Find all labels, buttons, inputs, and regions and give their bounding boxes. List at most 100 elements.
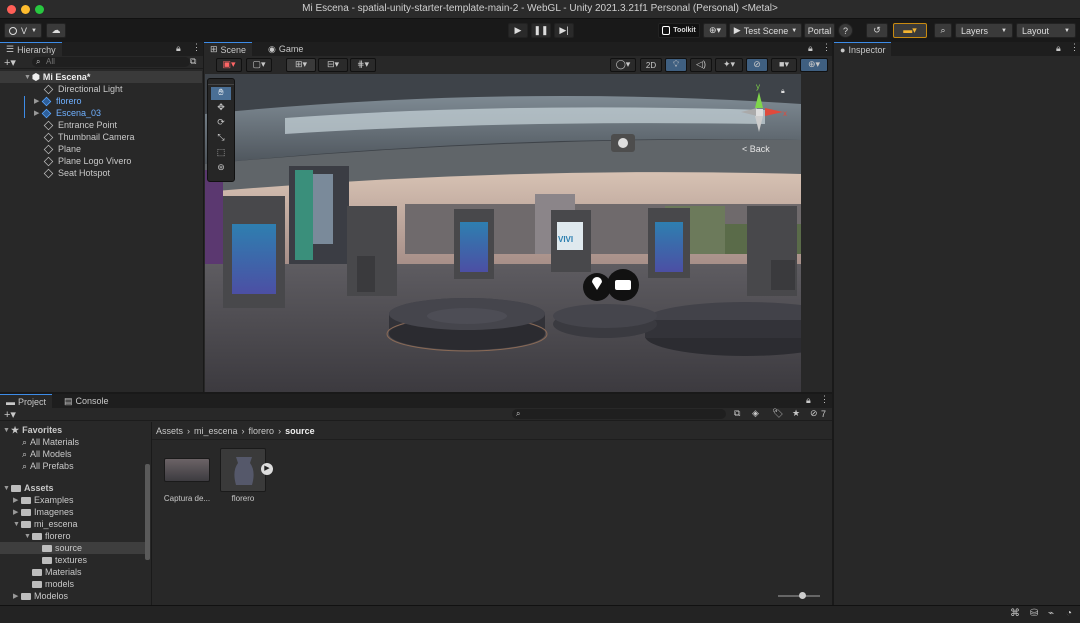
star-icon[interactable]: ★ — [792, 408, 800, 419]
render-mode-button[interactable]: ▢▾ — [246, 58, 272, 72]
increment-snap-button[interactable]: ⋕▾ — [350, 58, 376, 72]
asset-florero[interactable]: florero — [220, 448, 266, 504]
tab-inspector[interactable]: ● Inspector — [834, 42, 892, 56]
undo-history-button[interactable]: ↺ — [866, 23, 888, 38]
camera-settings-button[interactable]: ■▾ — [771, 58, 797, 72]
breadcrumb-florero[interactable]: florero — [249, 426, 275, 436]
project-search-input[interactable]: ⌕ — [512, 409, 726, 419]
folder-examples[interactable]: ▶ Examples — [0, 494, 148, 506]
palette-grip[interactable] — [208, 79, 234, 85]
expand-arrow-icon[interactable]: ▼ — [24, 74, 32, 81]
step-button[interactable]: ▶| — [554, 23, 574, 38]
help-button[interactable]: ? — [838, 23, 853, 38]
assets-header[interactable]: ▼ Assets — [0, 482, 148, 494]
favorite-all-models[interactable]: ⌕ All Models — [0, 448, 148, 460]
expand-arrow-icon[interactable]: ▶ — [13, 496, 21, 504]
favorite-all-materials[interactable]: ⌕ All Materials — [0, 436, 148, 448]
lighting-toggle[interactable]: 💡︎ — [665, 58, 687, 72]
folder-models[interactable]: models — [0, 578, 148, 590]
orientation-button[interactable]: ◯▾ — [610, 58, 636, 72]
toolkit-button[interactable]: Toolkit — [658, 23, 700, 38]
draw-mode-button[interactable]: ▣▾ — [216, 58, 242, 72]
lock-icon[interactable]: 🔒︎ — [806, 395, 811, 406]
move-tool-button[interactable]: ✥ — [211, 102, 231, 115]
orientation-gizmo[interactable]: y x 🔒︎ < Back — [735, 82, 795, 154]
scene-row[interactable]: ▼ ⬢ Mi Escena* — [0, 71, 202, 83]
hierarchy-item-plane-logo-vivero[interactable]: Plane Logo Vivero — [0, 155, 202, 167]
folder-mi-escena[interactable]: ▼ mi_escena — [0, 518, 148, 530]
cache-icon[interactable]: ⛁ — [1030, 608, 1038, 619]
toggle-2d-button[interactable]: 2D — [640, 58, 662, 72]
favorite-all-prefabs[interactable]: ⌕ All Prefabs — [0, 460, 148, 472]
progress-icon[interactable]: ◔ — [1066, 608, 1072, 619]
lock-icon[interactable]: 🔒︎ — [781, 88, 785, 96]
favorites-header[interactable]: ▼ ★ Favorites — [0, 424, 148, 436]
hand-tool-button[interactable]: ✋︎ — [211, 87, 231, 100]
add-icon[interactable]: +▾ — [4, 408, 16, 421]
more-options-icon[interactable]: ⋮ — [192, 42, 201, 53]
tab-console[interactable]: ▤ Console — [58, 394, 115, 408]
add-icon[interactable]: +▾ — [4, 56, 16, 69]
hierarchy-item-florero[interactable]: ▶ florero — [0, 95, 202, 107]
tab-hierarchy[interactable]: ☰ Hierarchy — [0, 42, 62, 56]
folder-textures[interactable]: textures — [0, 554, 148, 566]
hierarchy-item-seat-hotspot[interactable]: Seat Hotspot — [0, 167, 202, 179]
rect-tool-button[interactable]: ⬚ — [211, 147, 231, 160]
hierarchy-item-plane[interactable]: Plane — [0, 143, 202, 155]
layout-dropdown[interactable]: Layout ▼ — [1016, 23, 1076, 38]
hierarchy-search-input[interactable]: ⌕ All — [32, 57, 190, 67]
more-options-icon[interactable]: ⋮ — [822, 42, 831, 53]
snap-settings-button[interactable]: ⊟▾ — [318, 58, 348, 72]
cloud-button[interactable]: ☁ — [46, 23, 66, 38]
folder-source[interactable]: source — [0, 542, 148, 554]
zoom-slider-handle[interactable] — [799, 592, 806, 599]
scene-visibility-toggle[interactable]: ⊘ — [746, 58, 768, 72]
layers-dropdown[interactable]: Layers ▼ — [955, 23, 1013, 38]
project-splitter[interactable] — [151, 422, 152, 605]
tab-scene[interactable]: ⊞ Scene — [204, 42, 253, 56]
network-icon[interactable]: ⌁ — [1048, 608, 1054, 619]
expand-arrow-icon[interactable]: ▶ — [13, 592, 21, 600]
scene-viewport[interactable]: VIVI ✋︎ ✥ ⟳ ⤡ ⬚ ⊛ y x 🔒︎ < Back — [205, 74, 801, 392]
lock-icon[interactable]: 🔒︎ — [808, 43, 813, 54]
more-options-icon[interactable]: ⋮ — [1070, 42, 1079, 53]
test-scene-button[interactable]: ▶ Test Scene ▼ — [729, 23, 802, 38]
expand-arrow-icon[interactable]: ▼ — [3, 427, 11, 434]
bug-icon[interactable]: ⌘ — [1010, 608, 1020, 619]
lock-icon[interactable]: 🔒︎ — [176, 43, 181, 54]
back-label[interactable]: < Back — [742, 144, 770, 154]
breadcrumb-mi-escena[interactable]: mi_escena — [194, 426, 238, 436]
search-button[interactable]: ⌕ — [934, 23, 952, 38]
account-button[interactable]: V ▼ — [4, 23, 42, 38]
globe-dropdown-button[interactable]: ⊕▾ — [703, 23, 727, 38]
expand-arrow-icon[interactable]: ▼ — [13, 521, 21, 528]
transform-tool-button[interactable]: ⊛ — [211, 162, 231, 175]
more-options-icon[interactable]: ⋮ — [820, 394, 829, 405]
hidden-count-icon[interactable]: ⊘ — [810, 408, 818, 419]
filter-type-icon[interactable]: ◈ — [752, 408, 759, 419]
portal-button[interactable]: Portal — [804, 23, 835, 38]
play-button[interactable]: ▶ — [508, 23, 528, 38]
search-filter-icon[interactable]: ⧉ — [734, 408, 740, 419]
pause-button[interactable]: ❚❚ — [531, 23, 551, 38]
lock-icon[interactable]: 🔒︎ — [1056, 43, 1061, 54]
tab-game[interactable]: ◉ Game — [262, 42, 309, 56]
folder-materials[interactable]: Materials — [0, 566, 148, 578]
tree-scrollbar[interactable] — [145, 464, 150, 560]
hierarchy-item-entrance-point[interactable]: Entrance Point — [0, 119, 202, 131]
folder-modelos[interactable]: ▶ Modelos — [0, 590, 148, 600]
tab-project[interactable]: ▬ Project — [0, 394, 53, 408]
hierarchy-item-escena03[interactable]: ▶ Escena_03 — [0, 107, 202, 119]
breadcrumb-source[interactable]: source — [285, 426, 315, 436]
expand-arrow-icon[interactable]: ▼ — [24, 533, 32, 540]
grid-snap-button[interactable]: ⊞▾ — [286, 58, 316, 72]
scene-picker-icon[interactable]: ⧉ — [190, 56, 196, 67]
scale-tool-button[interactable]: ⤡ — [211, 132, 231, 145]
folder-imagenes[interactable]: ▶ Imagenes — [0, 506, 148, 518]
expand-arrow-icon[interactable]: ▼ — [3, 485, 11, 492]
breadcrumb-assets[interactable]: Assets — [156, 426, 183, 436]
folder-florero[interactable]: ▼ florero — [0, 530, 148, 542]
label-icon[interactable]: 🏷︎ — [772, 408, 783, 419]
expand-prefab-button[interactable]: ▶ — [261, 463, 273, 475]
hierarchy-item-thumbnail-camera[interactable]: Thumbnail Camera — [0, 131, 202, 143]
